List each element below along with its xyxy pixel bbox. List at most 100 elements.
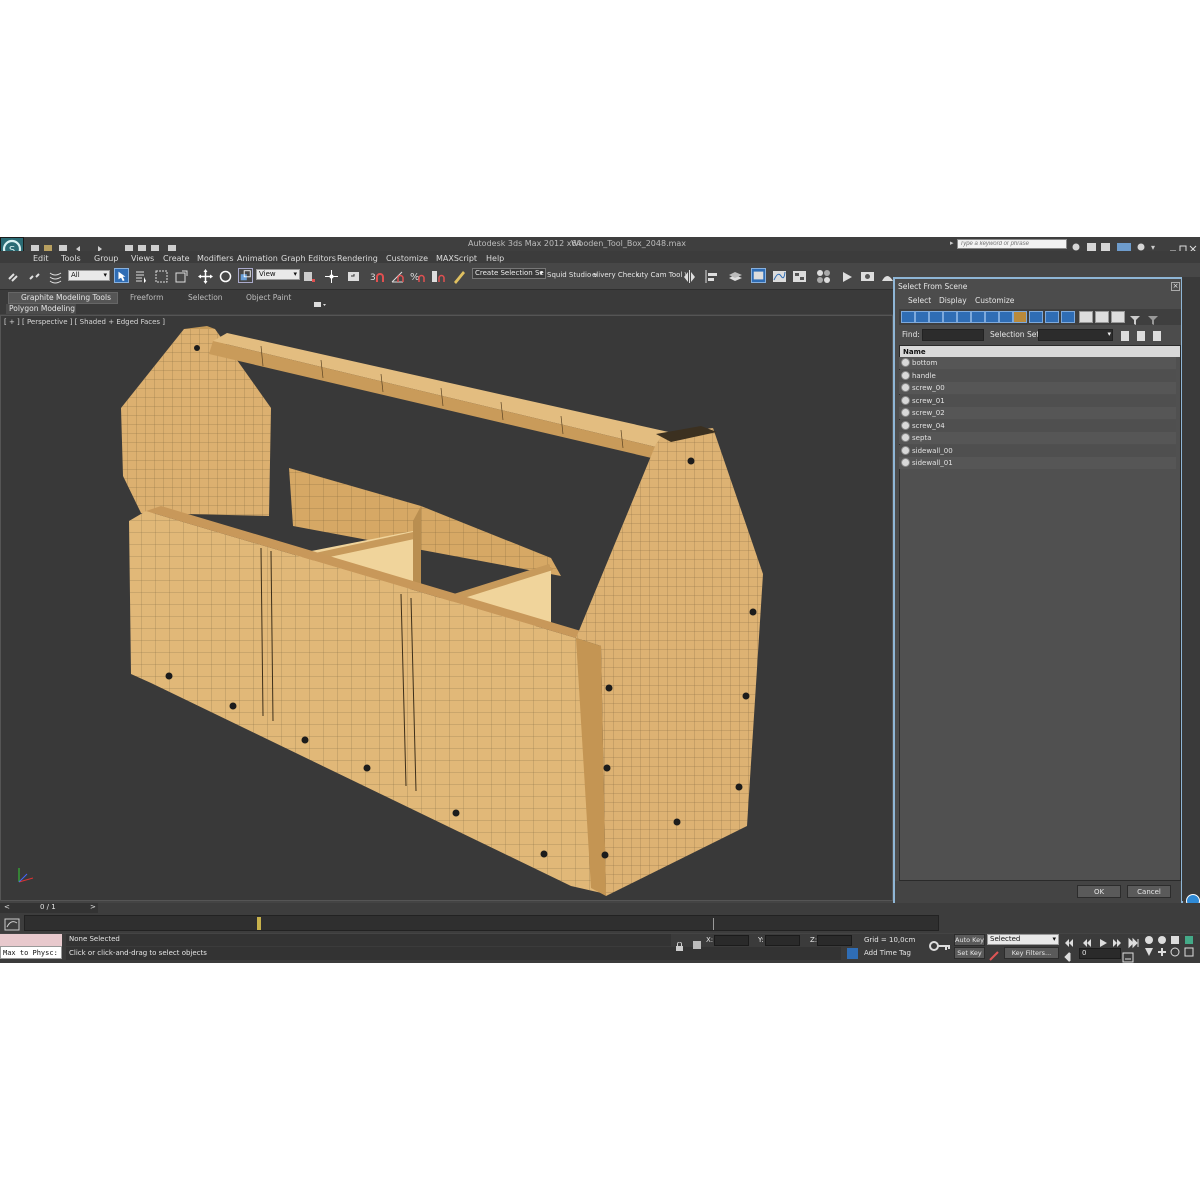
maxscript-listener[interactable]: Max to Physc: — [0, 946, 62, 959]
display-spacewarps-icon[interactable] — [971, 311, 985, 323]
current-frame-field[interactable]: 0 — [1079, 948, 1121, 959]
move-icon[interactable] — [198, 269, 213, 284]
unlink-icon[interactable] — [27, 269, 42, 284]
toolbar-label-cam-tool[interactable]: uty Cam Tool \ — [637, 272, 687, 279]
toolbar-label-delivery[interactable]: elivery Check — [592, 272, 639, 279]
y-coordinate-field[interactable] — [765, 935, 800, 946]
link-icon[interactable] — [6, 269, 21, 284]
render-setup-icon[interactable] — [840, 269, 855, 284]
object-list-row[interactable]: sidewall_00 — [899, 444, 1176, 457]
menu-rendering[interactable]: Rendering — [337, 254, 378, 263]
track-bar[interactable] — [24, 915, 939, 931]
object-list-row[interactable]: septa — [899, 432, 1176, 444]
spinner-snap-icon[interactable] — [430, 269, 445, 284]
menu-create[interactable]: Create — [163, 254, 190, 263]
display-groups-icon[interactable] — [985, 311, 999, 323]
display-none-icon[interactable] — [1045, 311, 1059, 323]
menu-help[interactable]: Help — [486, 254, 504, 263]
menu-customize[interactable]: Customize — [386, 254, 428, 263]
key-mode-dropdown[interactable]: Selected ▾ — [987, 934, 1059, 945]
track-bar-key[interactable] — [257, 917, 261, 930]
rectangular-selection-icon[interactable] — [154, 269, 169, 284]
menu-edit[interactable]: Edit — [33, 254, 49, 263]
graphite-toggle-icon[interactable] — [751, 268, 766, 283]
menu-graph-editors[interactable]: Graph Editors — [281, 254, 336, 263]
key-icon[interactable] — [988, 947, 1002, 961]
rendered-frame-window-icon[interactable] — [860, 269, 875, 284]
ribbon-tab-freeform[interactable]: Freeform — [130, 294, 163, 302]
display-shapes-icon[interactable] — [915, 311, 929, 323]
object-list-row[interactable]: bottom — [899, 357, 1176, 369]
display-helpers-icon[interactable] — [957, 311, 971, 323]
time-next-button[interactable]: > — [90, 904, 96, 911]
angle-snap-icon[interactable] — [390, 269, 405, 284]
set-key-button[interactable]: Set Key — [954, 947, 985, 959]
pivot-center-icon[interactable] — [302, 269, 317, 284]
key-mode-toggle-icon[interactable] — [1063, 948, 1077, 963]
window-crossing-icon[interactable] — [174, 269, 189, 284]
ok-button[interactable]: OK — [1077, 885, 1121, 898]
dialog-menu-select[interactable]: Select — [908, 297, 931, 305]
filter-icon[interactable] — [1129, 311, 1141, 325]
select-object-icon[interactable] — [114, 268, 129, 283]
viewport-navigation-controls[interactable] — [1143, 934, 1200, 960]
edit-named-selection-icon[interactable] — [452, 269, 467, 284]
bind-space-warp-icon[interactable] — [48, 269, 63, 284]
playback-controls[interactable] — [1063, 934, 1143, 949]
dialog-close-icon[interactable]: × — [1171, 282, 1180, 291]
menu-maxscript[interactable]: MAXScript — [436, 254, 477, 263]
ribbon-tab-selection[interactable]: Selection — [188, 294, 223, 302]
toolbar-label-squid[interactable]: Squid Studio v — [547, 272, 598, 279]
object-list-row[interactable]: screw_01 — [899, 394, 1176, 407]
search-input[interactable] — [957, 239, 1067, 249]
maxscript-listener-top[interactable] — [0, 934, 62, 946]
object-list-row[interactable]: screw_04 — [899, 419, 1176, 432]
ribbon-panel-polygon-modeling[interactable]: Polygon Modeling — [6, 304, 76, 314]
select-invert-icon[interactable] — [1111, 311, 1125, 323]
cancel-button[interactable]: Cancel — [1127, 885, 1171, 898]
dialog-menu-display[interactable]: Display — [939, 297, 967, 305]
select-none-icon[interactable] — [1095, 311, 1109, 323]
menu-modifiers[interactable]: Modifiers — [197, 254, 234, 263]
object-list-row[interactable]: screw_02 — [899, 407, 1176, 419]
schematic-view-icon[interactable] — [792, 269, 807, 284]
time-slider[interactable]: < 0 / 1 > — [0, 903, 98, 913]
x-coordinate-field[interactable] — [714, 935, 749, 946]
named-selection-dropdown[interactable]: Create Selection Se ▾ — [472, 268, 546, 279]
menu-group[interactable]: Group — [94, 254, 118, 263]
display-geometry-icon[interactable] — [901, 311, 915, 323]
menu-views[interactable]: Views — [131, 254, 154, 263]
object-list-row[interactable]: handle — [899, 369, 1176, 382]
name-column-header[interactable]: Name — [900, 346, 1180, 357]
display-xrefs-icon[interactable] — [999, 311, 1013, 323]
keyboard-shortcut-toggle-icon[interactable] — [346, 269, 361, 284]
select-by-name-icon[interactable] — [134, 269, 149, 284]
set-key-mode-icon[interactable] — [928, 938, 952, 952]
select-manipulate-icon[interactable] — [324, 269, 339, 284]
ribbon-options-icon[interactable] — [313, 293, 327, 307]
curve-editor-icon[interactable] — [772, 269, 787, 284]
rotate-icon[interactable] — [218, 269, 233, 284]
selection-set-buttons[interactable] — [1117, 328, 1177, 342]
time-prev-button[interactable]: < — [4, 904, 10, 911]
add-time-tag[interactable]: Add Time Tag — [864, 950, 911, 957]
time-tag-icon[interactable] — [847, 948, 858, 959]
key-filters-button[interactable]: Key Filters... — [1004, 947, 1059, 959]
selection-set-dropdown[interactable]: ▾ — [1038, 329, 1113, 341]
find-input[interactable] — [922, 329, 984, 341]
ribbon-tab-graphite[interactable]: Graphite Modeling Tools — [8, 292, 118, 304]
dialog-menu-customize[interactable]: Customize — [975, 297, 1014, 305]
object-list-row[interactable]: sidewall_01 — [899, 457, 1176, 469]
display-invert-icon[interactable] — [1061, 311, 1075, 323]
snap-3d-icon[interactable]: 3 — [370, 269, 385, 284]
mirror-icon[interactable] — [682, 269, 697, 284]
menu-tools[interactable]: Tools — [61, 254, 81, 263]
display-lights-icon[interactable] — [929, 311, 943, 323]
material-editor-icon[interactable] — [816, 269, 831, 284]
mini-curve-editor-icon[interactable] — [4, 916, 20, 931]
z-coordinate-field[interactable] — [817, 935, 852, 946]
scale-icon[interactable] — [238, 268, 253, 283]
ribbon-tab-object-paint[interactable]: Object Paint — [246, 294, 291, 302]
display-cameras-icon[interactable] — [943, 311, 957, 323]
menu-animation[interactable]: Animation — [237, 254, 278, 263]
